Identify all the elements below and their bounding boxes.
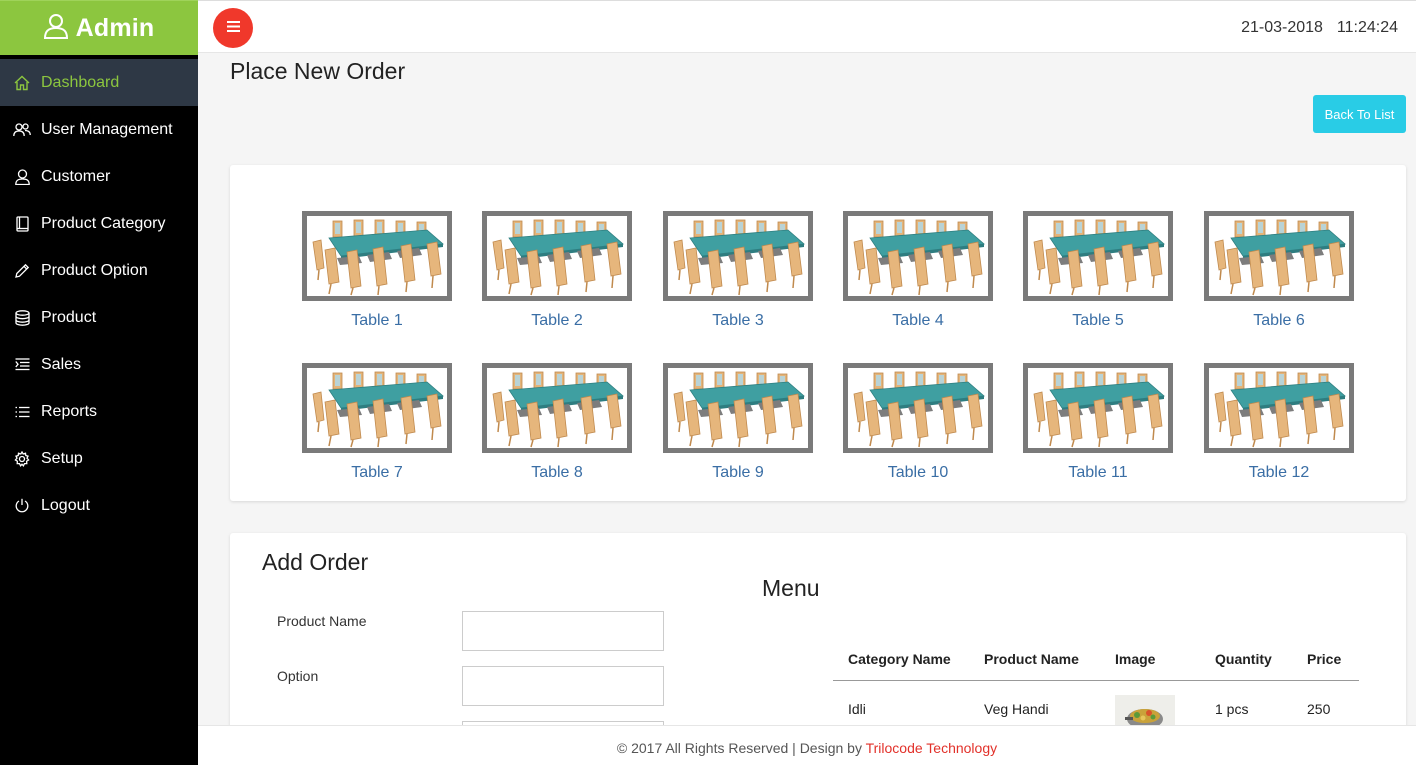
add-order-title: Add Order bbox=[262, 549, 369, 575]
table-tile[interactable]: Table 2 bbox=[482, 211, 632, 330]
sidebar-item-product-category[interactable]: Product Category bbox=[0, 200, 198, 247]
sidebar-item-reports[interactable]: Reports bbox=[0, 388, 198, 435]
table-tile[interactable]: Table 5 bbox=[1023, 211, 1173, 330]
database-icon bbox=[13, 309, 31, 327]
dining-table-image bbox=[302, 363, 452, 453]
table-header-row: Category Name Product Name Image Quantit… bbox=[833, 639, 1359, 681]
dining-table-image bbox=[1204, 211, 1354, 301]
dining-table-image bbox=[663, 211, 813, 301]
table-label: Table 12 bbox=[1248, 464, 1310, 481]
sidebar-item-product[interactable]: Product bbox=[0, 294, 198, 341]
table-label: Table 9 bbox=[712, 464, 764, 481]
option-label: Option bbox=[277, 668, 319, 684]
column-header: Quantity bbox=[1200, 639, 1292, 681]
dining-table-image bbox=[1023, 363, 1173, 453]
table-tile[interactable]: Table 10 bbox=[843, 363, 993, 482]
table-tile[interactable]: Table 12 bbox=[1204, 363, 1354, 482]
sidebar-item-label: Product bbox=[41, 308, 97, 326]
users-icon bbox=[13, 121, 31, 139]
sidebar-item-label: Product Option bbox=[41, 261, 148, 279]
sidebar-item-label: Sales bbox=[41, 355, 82, 373]
sidebar-item-label: Reports bbox=[41, 402, 98, 420]
table-tile[interactable]: Table 3 bbox=[663, 211, 813, 330]
back-to-list-button[interactable]: Back To List bbox=[1313, 95, 1406, 133]
home-icon bbox=[13, 74, 31, 92]
table-tile[interactable]: Table 8 bbox=[482, 363, 632, 482]
top-bar: 21-03-2018 11:24:24 bbox=[198, 0, 1416, 53]
sidebar-item-label: User Management bbox=[41, 120, 173, 138]
column-header: Category Name bbox=[833, 639, 969, 681]
sidebar-item-label: Setup bbox=[41, 449, 83, 467]
power-icon bbox=[13, 497, 31, 515]
table-label: Table 3 bbox=[712, 312, 764, 329]
current-time: 11:24:24 bbox=[1336, 19, 1398, 36]
dining-table-image bbox=[663, 363, 813, 453]
table-label: Table 1 bbox=[351, 312, 403, 329]
table-label: Table 10 bbox=[887, 464, 949, 481]
table-label: Table 5 bbox=[1072, 312, 1124, 329]
sidebar: Admin Dashboard User Management Customer… bbox=[0, 0, 198, 765]
hamburger-icon bbox=[226, 19, 240, 37]
sidebar-nav: Dashboard User Management Customer Produ… bbox=[0, 59, 198, 529]
brand-header: Admin bbox=[0, 0, 198, 55]
column-header: Price bbox=[1292, 639, 1359, 681]
column-header: Image bbox=[1100, 639, 1200, 681]
footer: © 2017 All Rights Reserved | Design by T… bbox=[198, 725, 1416, 765]
menu-title: Menu bbox=[762, 575, 820, 601]
sidebar-item-user-management[interactable]: User Management bbox=[0, 106, 198, 153]
gear-icon bbox=[13, 450, 31, 468]
table-tile[interactable]: Table 6 bbox=[1204, 211, 1354, 330]
list-indent-icon bbox=[13, 356, 31, 374]
menu-table: Category Name Product Name Image Quantit… bbox=[833, 639, 1359, 737]
user-icon bbox=[43, 13, 68, 44]
dining-table-image bbox=[1204, 363, 1354, 453]
sidebar-item-customer[interactable]: Customer bbox=[0, 153, 198, 200]
datetime: 21-03-2018 11:24:24 bbox=[1241, 19, 1398, 37]
table-tile[interactable]: Table 11 bbox=[1023, 363, 1173, 482]
dining-table-image bbox=[482, 363, 632, 453]
option-input[interactable] bbox=[462, 666, 664, 706]
sidebar-item-setup[interactable]: Setup bbox=[0, 435, 198, 482]
pencil-icon bbox=[13, 262, 31, 280]
sidebar-item-label: Customer bbox=[41, 167, 111, 185]
menu-toggle-button[interactable] bbox=[213, 8, 253, 48]
tables-panel: Table 1 Table 2 Table 3 Table 4 Table 5 … bbox=[230, 165, 1406, 501]
sidebar-item-dashboard[interactable]: Dashboard bbox=[0, 59, 198, 106]
sidebar-item-label: Dashboard bbox=[41, 73, 120, 91]
table-tile[interactable]: Table 4 bbox=[843, 211, 993, 330]
table-tile[interactable]: Table 1 bbox=[302, 211, 452, 330]
table-label: Table 2 bbox=[531, 312, 583, 329]
dining-table-image bbox=[482, 211, 632, 301]
user-icon bbox=[13, 168, 31, 186]
dining-table-image bbox=[302, 211, 452, 301]
sidebar-item-logout[interactable]: Logout bbox=[0, 482, 198, 529]
sidebar-item-product-option[interactable]: Product Option bbox=[0, 247, 198, 294]
dining-table-image bbox=[1023, 211, 1173, 301]
product-name-label: Product Name bbox=[277, 613, 367, 629]
table-label: Table 7 bbox=[351, 464, 403, 481]
book-icon bbox=[13, 215, 31, 233]
table-tile[interactable]: Table 7 bbox=[302, 363, 452, 482]
dining-table-image bbox=[843, 363, 993, 453]
dining-table-image bbox=[843, 211, 993, 301]
brand-title: Admin bbox=[75, 13, 155, 42]
table-label: Table 8 bbox=[531, 464, 583, 481]
current-date: 21-03-2018 bbox=[1241, 19, 1323, 36]
table-label: Table 6 bbox=[1253, 312, 1305, 329]
column-header: Product Name bbox=[969, 639, 1100, 681]
designer-link[interactable]: Trilocode Technology bbox=[866, 740, 998, 756]
sidebar-item-label: Logout bbox=[41, 496, 90, 514]
copyright-text: © 2017 All Rights Reserved | Design by bbox=[616, 740, 866, 756]
table-tile[interactable]: Table 9 bbox=[663, 363, 813, 482]
sidebar-item-label: Product Category bbox=[41, 214, 166, 232]
sidebar-item-sales[interactable]: Sales bbox=[0, 341, 198, 388]
table-label: Table 11 bbox=[1068, 464, 1128, 481]
table-label: Table 4 bbox=[892, 312, 944, 329]
list-icon bbox=[13, 403, 31, 421]
product-name-input[interactable] bbox=[462, 611, 664, 651]
page-title: Place New Order bbox=[230, 58, 406, 84]
